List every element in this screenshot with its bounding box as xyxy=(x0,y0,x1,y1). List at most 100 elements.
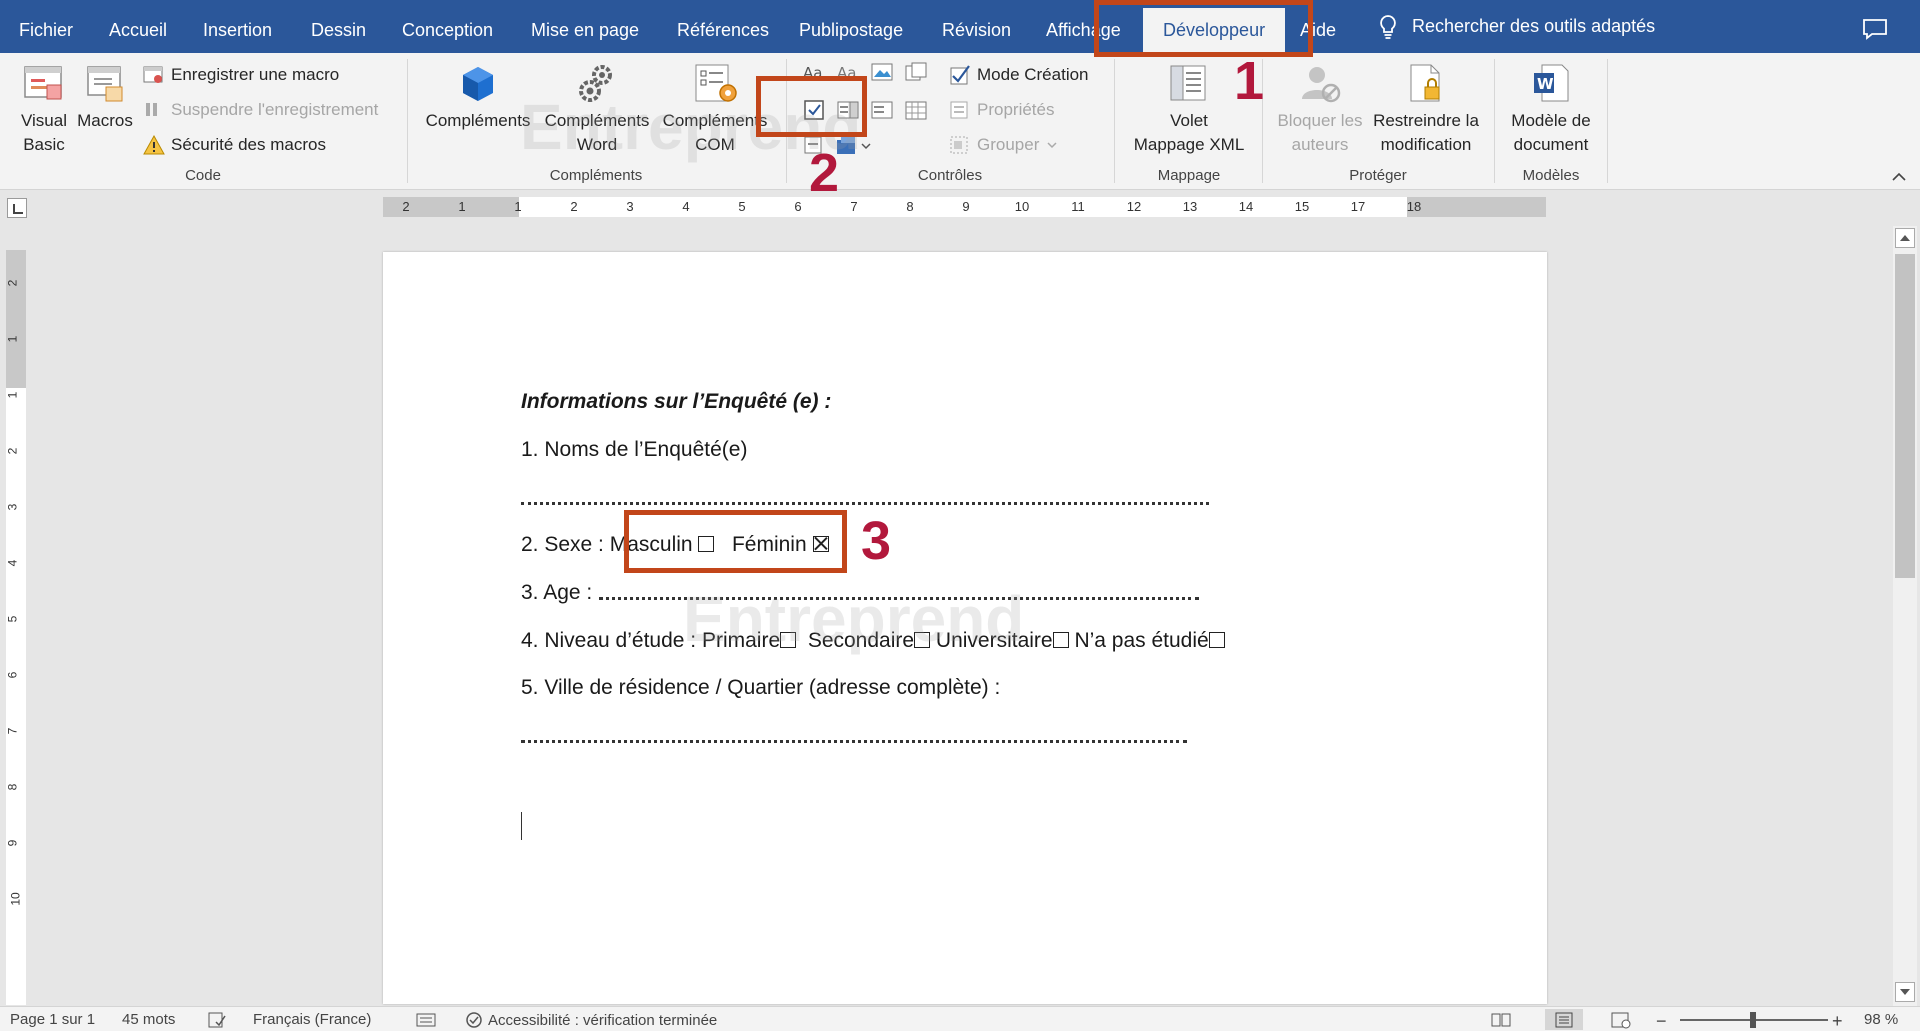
group-label-proteger: Protéger xyxy=(1349,167,1407,184)
checkbox-secondaire[interactable] xyxy=(914,632,931,648)
building-block-control-icon[interactable] xyxy=(904,61,930,83)
macro-security-button[interactable]: Sécurité des macros xyxy=(143,132,326,158)
ribbon-separator xyxy=(1494,59,1495,183)
zoom-level[interactable]: 98 % xyxy=(1864,1011,1898,1028)
complements-word-button[interactable]: Compléments Word xyxy=(538,63,656,157)
tab-accueil[interactable]: Accueil xyxy=(109,0,167,53)
vruler-label: 2 xyxy=(5,279,20,287)
record-macro-icon xyxy=(143,66,163,83)
tab-conception[interactable]: Conception xyxy=(402,0,493,53)
document-page[interactable]: Informations sur l’Enquêté (e) : 1. Noms… xyxy=(383,252,1547,1004)
vruler-label: 7 xyxy=(5,727,20,735)
ruler-label: 17 xyxy=(1350,199,1366,214)
dropdown-list-control-icon[interactable] xyxy=(870,98,896,122)
record-macro-button[interactable]: Enregistrer une macro xyxy=(143,62,339,88)
ruler-label: 2 xyxy=(570,199,578,214)
ruler-label: 4 xyxy=(682,199,690,214)
vruler-label: 9 xyxy=(5,839,20,847)
pause-recording-button[interactable]: Suspendre l'enregistrement xyxy=(143,97,378,123)
zoom-out-button[interactable]: − xyxy=(1656,1011,1667,1031)
print-layout-icon xyxy=(1555,1012,1573,1027)
vruler-label: 10 xyxy=(8,892,23,906)
tab-insertion[interactable]: Insertion xyxy=(203,0,272,53)
ruler-label: 2 xyxy=(402,199,410,214)
store-cube-icon xyxy=(463,67,493,101)
annotation-number-3: 3 xyxy=(861,511,892,571)
properties-label: Propriétés xyxy=(977,100,1055,119)
ruler-label: 13 xyxy=(1182,199,1198,214)
properties-button[interactable]: Propriétés xyxy=(949,97,1054,123)
scroll-down-button[interactable] xyxy=(1895,982,1915,1002)
group-label-mappage: Mappage xyxy=(1157,167,1221,184)
doc-question-ville: 5. Ville de résidence / Quartier (adress… xyxy=(521,676,1001,699)
vertical-ruler[interactable]: 2 1 1 2 3 4 5 6 7 8 9 10 xyxy=(5,250,26,1005)
scroll-up-button[interactable] xyxy=(1895,228,1915,248)
vertical-scrollbar[interactable] xyxy=(1893,226,1917,1006)
horizontal-ruler[interactable]: 2 1 1 2 3 4 5 6 7 8 9 10 11 12 13 14 15 17 18 xyxy=(383,197,1546,217)
design-mode-button[interactable]: Mode Création xyxy=(949,62,1089,88)
ribbon-developpeur: Visual Basic Macros Enregistrer une macr… xyxy=(0,53,1920,190)
web-layout-button[interactable] xyxy=(1610,1011,1632,1029)
design-mode-label: Mode Création xyxy=(977,65,1089,84)
tab-mise-en-page[interactable]: Mise en page xyxy=(531,0,639,53)
doc-question-names: 1. Noms de l’Enquêté(e) xyxy=(521,438,748,461)
comment-icon[interactable] xyxy=(1862,18,1888,40)
read-mode-button[interactable] xyxy=(1490,1011,1512,1029)
doc-dotted-line xyxy=(521,740,1187,743)
ruler-label: 7 xyxy=(850,199,858,214)
tab-publipostage[interactable]: Publipostage xyxy=(799,0,903,53)
annotation-box-2 xyxy=(756,76,867,137)
repeating-section-icon[interactable] xyxy=(834,134,874,158)
pause-recording-label: Suspendre l'enregistrement xyxy=(171,100,379,119)
tell-me-search[interactable]: Rechercher des outils adaptés xyxy=(1378,0,1655,53)
status-bar: Page 1 sur 1 45 mots Français (France) A… xyxy=(0,1006,1920,1031)
xml-mapping-icon xyxy=(1170,65,1206,101)
print-layout-button[interactable] xyxy=(1545,1009,1583,1030)
accessibility-icon xyxy=(466,1012,482,1028)
document-template-button[interactable]: W Modèle de document xyxy=(1501,63,1601,157)
picture-control-icon[interactable] xyxy=(870,61,896,83)
macros-button[interactable]: Macros xyxy=(76,63,134,133)
lightbulb-icon xyxy=(1380,14,1396,39)
vruler-label: 5 xyxy=(5,615,20,623)
checkbox-primaire[interactable] xyxy=(780,632,797,648)
tab-fichier[interactable]: Fichier xyxy=(19,0,73,53)
vruler-top-margin xyxy=(6,250,26,388)
visual-basic-label: Visual Basic xyxy=(21,111,67,154)
niveau-primaire-label: 4. Niveau d’étude : Primaire xyxy=(521,629,781,652)
scrollbar-thumb[interactable] xyxy=(1895,254,1915,578)
tab-dessin[interactable]: Dessin xyxy=(311,0,366,53)
status-words[interactable]: 45 mots xyxy=(122,1011,175,1028)
doc-question-niveau: 4. Niveau d’étude : Primaire Secondaire … xyxy=(521,629,1225,653)
chevron-up-icon xyxy=(1900,235,1910,241)
checkbox-universitaire[interactable] xyxy=(1052,632,1069,648)
checkbox-aucun[interactable] xyxy=(1208,632,1225,648)
group-label-controles: Contrôles xyxy=(917,167,983,184)
status-language[interactable]: Français (France) xyxy=(253,1011,371,1028)
group-button[interactable]: Grouper xyxy=(949,132,1059,158)
doc-dotted-line xyxy=(599,597,1199,600)
vruler-label: 6 xyxy=(5,671,20,679)
ruler-right-margin xyxy=(1407,197,1546,217)
complements-label: Compléments xyxy=(425,111,531,130)
complements-button[interactable]: Compléments xyxy=(422,63,534,133)
ribbon-separator xyxy=(407,59,408,183)
niveau-secondaire-label: Secondaire xyxy=(807,629,915,652)
ruler-label: 5 xyxy=(738,199,746,214)
proofing-button[interactable] xyxy=(207,1011,227,1029)
tab-revision[interactable]: Révision xyxy=(942,0,1011,53)
zoom-slider-thumb[interactable] xyxy=(1749,1012,1756,1028)
xml-mapping-label: Volet Mappage XML xyxy=(1133,111,1245,154)
zoom-in-button[interactable]: + xyxy=(1832,1011,1843,1031)
visual-basic-button[interactable]: Visual Basic xyxy=(14,63,74,157)
block-authors-button[interactable]: Bloquer les auteurs xyxy=(1271,63,1369,157)
tab-selector[interactable] xyxy=(7,198,27,218)
restrict-editing-button[interactable]: Restreindre la modification xyxy=(1370,63,1482,157)
tab-references[interactable]: Références xyxy=(677,0,769,53)
status-page[interactable]: Page 1 sur 1 xyxy=(10,1011,95,1028)
status-accessibility[interactable]: Accessibilité : vérification terminée xyxy=(464,1011,717,1029)
focus-mode-button[interactable] xyxy=(415,1011,437,1029)
date-picker-control-icon[interactable] xyxy=(904,98,930,122)
collapse-ribbon-icon[interactable] xyxy=(1890,171,1908,183)
vruler-label: 2 xyxy=(5,447,20,455)
